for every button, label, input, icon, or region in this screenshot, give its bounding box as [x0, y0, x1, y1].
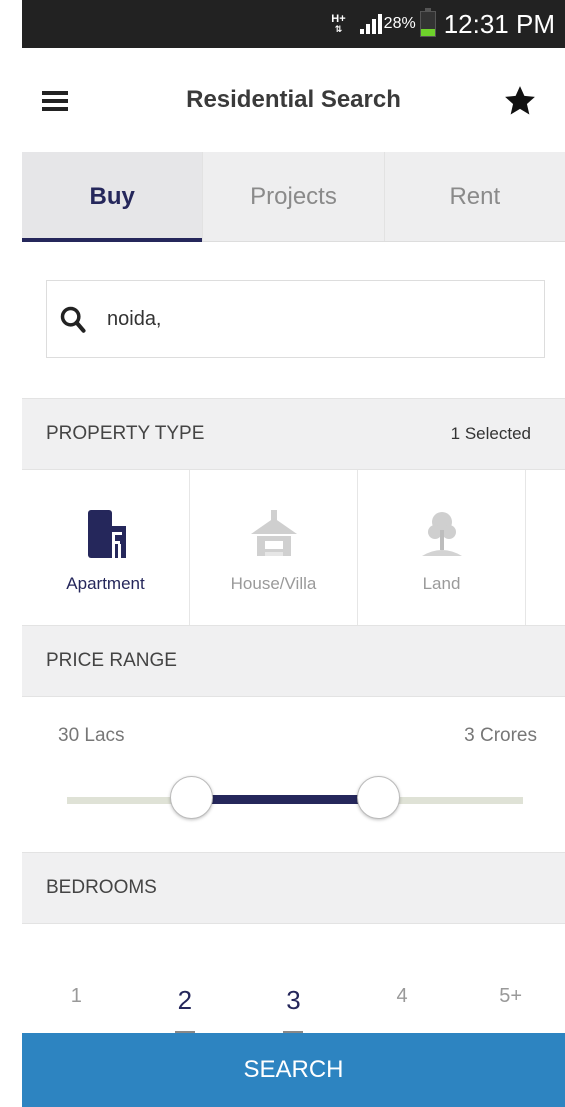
search-mode-tabs: Buy Projects Rent: [22, 152, 565, 242]
bedroom-options: 1 2 3 4 5+: [22, 985, 565, 1025]
price-slider-selected-range: [187, 795, 377, 804]
property-type-apartment[interactable]: Apartment: [22, 470, 190, 625]
property-type-selected-count: 1 Selected: [450, 424, 531, 443]
network-indicator: H+ ⇅: [331, 13, 346, 35]
price-slider-min-handle[interactable]: [170, 776, 213, 819]
search-button[interactable]: SEARCH: [22, 1033, 565, 1107]
bedrooms-header: BEDROOMS: [22, 852, 565, 924]
property-type-label: Apartment: [66, 574, 145, 593]
property-type-heading: PROPERTY TYPE: [46, 423, 205, 444]
property-type-house-villa[interactable]: House/Villa: [190, 470, 358, 625]
property-type-options: Apartment House/Villa Land: [22, 470, 565, 625]
property-type-label: House/Villa: [230, 574, 317, 593]
clock: 12:31 PM: [443, 8, 555, 39]
price-slider-max-handle[interactable]: [357, 776, 400, 819]
tab-rent[interactable]: Rent: [383, 152, 565, 241]
location-search-box[interactable]: noida,: [46, 280, 545, 358]
tab-buy[interactable]: Buy: [22, 152, 203, 242]
price-range-panel: 30 Lacs 3 Crores: [22, 697, 565, 852]
star-icon[interactable]: [503, 84, 537, 118]
apartment-icon: [87, 510, 126, 558]
bedrooms-heading: BEDROOMS: [46, 877, 157, 898]
price-range-header: PRICE RANGE: [22, 625, 565, 697]
search-icon: [60, 306, 86, 333]
app-root: H+ ⇅ 28% 12:31 PM Residential Search Buy…: [0, 0, 565, 1107]
bedroom-option-5-plus[interactable]: 5+: [456, 985, 565, 1025]
tab-projects[interactable]: Projects: [202, 152, 383, 241]
land-tree-icon: [421, 512, 462, 556]
data-arrows-icon: ⇅: [334, 24, 343, 34]
search-input[interactable]: noida,: [107, 308, 162, 331]
battery-percent: 28%: [383, 15, 416, 32]
property-type-header: PROPERTY TYPE 1 Selected: [22, 398, 565, 470]
app-bar: Residential Search: [22, 48, 565, 152]
property-type-more[interactable]: [526, 470, 565, 625]
bedroom-option-4[interactable]: 4: [348, 985, 457, 1025]
status-bar: H+ ⇅ 28% 12:31 PM: [22, 0, 565, 48]
price-min-label: 30 Lacs: [58, 725, 125, 746]
bedroom-option-3[interactable]: 3: [239, 985, 348, 1025]
page-title: Residential Search: [186, 86, 401, 113]
signal-icon: [359, 14, 382, 34]
battery-fill: [420, 29, 435, 36]
battery-icon: [419, 8, 436, 37]
house-icon: [250, 510, 297, 556]
price-max-label: 3 Crores: [464, 725, 537, 746]
bedroom-option-2[interactable]: 2: [131, 985, 240, 1025]
property-type-land[interactable]: Land: [358, 470, 526, 625]
price-range-heading: PRICE RANGE: [46, 650, 177, 671]
bedroom-option-1[interactable]: 1: [22, 985, 131, 1025]
network-type: H+: [331, 13, 346, 25]
property-type-label: Land: [422, 574, 461, 593]
